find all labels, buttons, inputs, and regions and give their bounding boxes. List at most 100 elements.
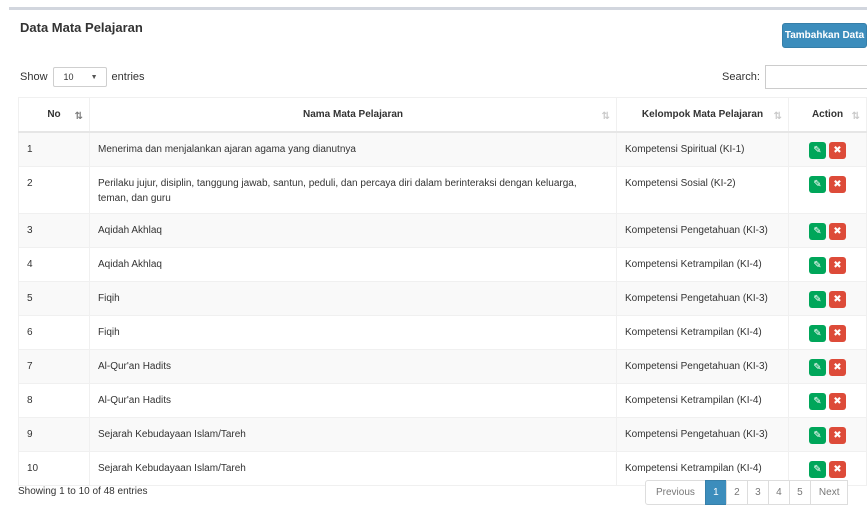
show-label: Show — [20, 71, 48, 83]
cell-kelompok: Kompetensi Pengetahuan (KI-3) — [616, 212, 789, 248]
edit-icon[interactable]: ✎ — [809, 392, 826, 410]
cell-action: ✎ ✖ — [788, 212, 867, 248]
cell-nama: Perilaku jujur, disiplin, tanggung jawab… — [89, 165, 617, 214]
search-control: Search: — [722, 65, 867, 89]
table-header-row: No ⇅ Nama Mata Pelajaran ⇅ Kelompok Mata… — [18, 97, 867, 133]
row-actions: ✎ ✖ — [797, 392, 858, 410]
cell-kelompok: Kompetensi Ketrampilan (KI-4) — [616, 382, 789, 418]
delete-icon[interactable]: ✖ — [829, 392, 846, 410]
table-row: 9 Sejarah Kebudayaan Islam/Tareh Kompetens… — [18, 416, 867, 452]
pagination-page-5[interactable]: 5 — [788, 480, 811, 505]
row-actions: ✎ ✖ — [797, 222, 858, 240]
delete-icon[interactable]: ✖ — [829, 324, 846, 342]
row-actions: ✎ ✖ — [797, 426, 858, 444]
row-actions: ✎ ✖ — [797, 256, 858, 274]
search-input[interactable] — [764, 65, 867, 89]
sort-asc-icon: ⇅ — [74, 111, 84, 122]
edit-icon[interactable]: ✎ — [809, 358, 826, 376]
table-row: 6 Fiqih Kompetensi Ketrampilan (KI-4) ✎ ✖ — [18, 314, 867, 350]
cell-no: 10 — [18, 450, 90, 486]
table-row: 4 Aqidah Akhlaq Kompetensi Ketrampilan (KI… — [18, 246, 867, 282]
edit-icon[interactable]: ✎ — [809, 222, 826, 240]
header-no[interactable]: No ⇅ — [18, 97, 90, 133]
delete-icon[interactable]: ✖ — [829, 175, 846, 193]
cell-no: 5 — [18, 280, 90, 316]
cell-action: ✎ ✖ — [788, 382, 867, 418]
table-row: 8 Al-Qur'an Hadits Kompetensi Ketrampilan … — [18, 382, 867, 418]
edit-icon[interactable]: ✎ — [809, 290, 826, 308]
cell-nama: Fiqih — [89, 280, 617, 316]
edit-icon[interactable]: ✎ — [809, 175, 826, 193]
delete-icon[interactable]: ✖ — [829, 256, 846, 274]
cell-action: ✎ ✖ — [788, 246, 867, 282]
cell-action: ✎ ✖ — [788, 416, 867, 452]
cell-nama: Aqidah Akhlaq — [89, 212, 617, 248]
cell-no: 9 — [18, 416, 90, 452]
cell-nama: Sejarah Kebudayaan Islam/Tareh — [89, 416, 617, 452]
header-action[interactable]: Action ⇅ — [788, 97, 867, 133]
cell-action: ✎ ✖ — [788, 280, 867, 316]
edit-icon[interactable]: ✎ — [809, 256, 826, 274]
cell-nama: Sejarah Kebudayaan Islam/Tareh — [89, 450, 617, 486]
cell-nama: Aqidah Akhlaq — [89, 246, 617, 282]
cell-action: ✎ ✖ — [788, 348, 867, 384]
row-actions: ✎ ✖ — [797, 175, 858, 193]
delete-icon[interactable]: ✖ — [829, 290, 846, 308]
sort-icon: ⇅ — [773, 111, 783, 122]
cell-action: ✎ ✖ — [788, 314, 867, 350]
subjects-table: No ⇅ Nama Mata Pelajaran ⇅ Kelompok Mata… — [18, 97, 867, 486]
cell-action: ✎ ✖ — [788, 131, 867, 167]
cell-nama: Al-Qur'an Hadits — [89, 348, 617, 384]
cell-kelompok: Kompetensi Sosial (KI-2) — [616, 165, 789, 214]
row-actions: ✎ ✖ — [797, 324, 858, 342]
delete-icon[interactable]: ✖ — [829, 141, 846, 159]
cell-no: 4 — [18, 246, 90, 282]
header-kelompok[interactable]: Kelompok Mata Pelajaran ⇅ — [616, 97, 789, 133]
cell-kelompok: Kompetensi Spiritual (KI-1) — [616, 131, 789, 167]
cell-nama: Menerima dan menjalankan ajaran agama ya… — [89, 131, 617, 167]
cell-no: 2 — [18, 165, 90, 214]
row-actions: ✎ ✖ — [797, 141, 858, 159]
edit-icon[interactable]: ✎ — [809, 141, 826, 159]
table-row: 1 Menerima dan menjalankan ajaran agama y… — [18, 131, 867, 167]
row-actions: ✎ ✖ — [797, 460, 858, 478]
delete-icon[interactable]: ✖ — [829, 460, 846, 478]
delete-icon[interactable]: ✖ — [829, 222, 846, 240]
table-row: 3 Aqidah Akhlaq Kompetensi Pengetahuan (KI… — [18, 212, 867, 248]
edit-icon[interactable]: ✎ — [809, 324, 826, 342]
cell-kelompok: Kompetensi Ketrampilan (KI-4) — [616, 314, 789, 350]
pagination-next[interactable]: Next — [809, 480, 849, 505]
add-data-button[interactable]: Tambahkan Data — [782, 23, 867, 48]
cell-kelompok: Kompetensi Ketrampilan (KI-4) — [616, 246, 789, 282]
table-row: 7 Al-Qur'an Hadits Kompetensi Pengetahuan … — [18, 348, 867, 384]
pagination-page-4[interactable]: 4 — [767, 480, 790, 505]
delete-icon[interactable]: ✖ — [829, 426, 846, 444]
pagination-page-3[interactable]: 3 — [746, 480, 769, 505]
pagination-page-2[interactable]: 2 — [725, 480, 748, 505]
cell-no: 8 — [18, 382, 90, 418]
header-nama[interactable]: Nama Mata Pelajaran ⇅ — [89, 97, 617, 133]
entries-label: entries — [111, 71, 145, 83]
table-row: 2 Perilaku jujur, disiplin, tanggung jawa… — [18, 165, 867, 214]
cell-no: 7 — [18, 348, 90, 384]
cell-action: ✎ ✖ — [788, 165, 867, 214]
delete-icon[interactable]: ✖ — [829, 358, 846, 376]
cell-kelompok: Kompetensi Pengetahuan (KI-3) — [616, 348, 789, 384]
entries-select-value: 10 — [63, 72, 74, 82]
pagination-previous[interactable]: Previous — [645, 480, 706, 505]
search-label: Search: — [722, 71, 760, 83]
cell-kelompok: Kompetensi Pengetahuan (KI-3) — [616, 280, 789, 316]
cell-nama: Al-Qur'an Hadits — [89, 382, 617, 418]
pagination-page-1[interactable]: 1 — [704, 480, 727, 505]
cell-kelompok: Kompetensi Pengetahuan (KI-3) — [616, 416, 789, 452]
caret-down-icon: ▼ — [90, 73, 98, 81]
edit-icon[interactable]: ✎ — [809, 426, 826, 444]
edit-icon[interactable]: ✎ — [809, 460, 826, 478]
row-actions: ✎ ✖ — [797, 358, 858, 376]
panel-title: Data Mata Pelajaran — [20, 20, 143, 35]
entries-select[interactable]: 10 ▼ — [52, 67, 107, 87]
table-info: Showing 1 to 10 of 48 entries — [18, 486, 148, 497]
cell-no: 6 — [18, 314, 90, 350]
cell-no: 3 — [18, 212, 90, 248]
table-row: 5 Fiqih Kompetensi Pengetahuan (KI-3) ✎ ✖ — [18, 280, 867, 316]
